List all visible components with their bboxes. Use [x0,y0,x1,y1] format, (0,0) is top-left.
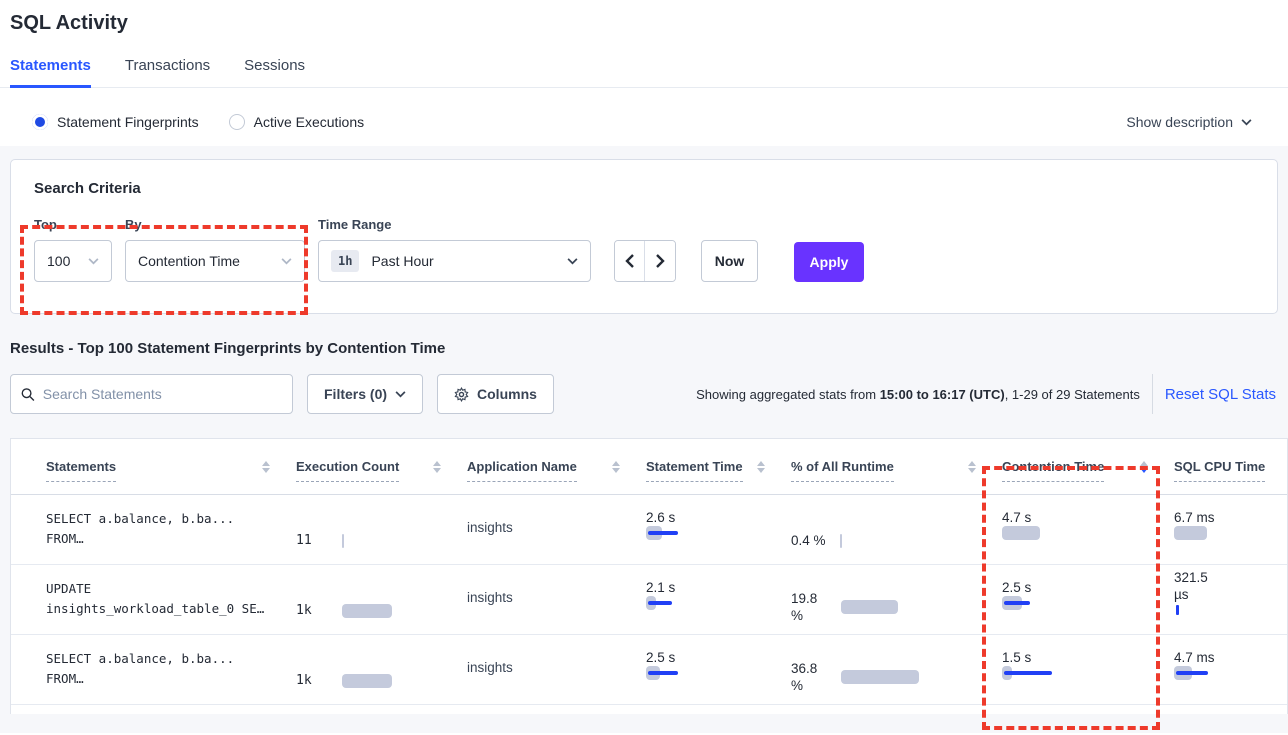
contention-time-cell: 4.7 s [1002,495,1174,564]
time-range-select[interactable]: 1h Past Hour [318,240,591,282]
tab-transactions[interactable]: Transactions [125,57,210,87]
tab-bar: Statements Transactions Sessions [0,57,1288,88]
columns-button[interactable]: Columns [437,374,554,414]
filters-button[interactable]: Filters (0) [307,374,423,414]
application-name-cell: insights [467,635,646,704]
runtime-pct-cell: 0.4 % [791,495,1002,564]
table-row[interactable]: UPDATE insights_workload_table_0 SE… 1k … [11,565,1287,635]
by-field: By Contention Time [125,217,305,282]
column-header-runtime-pct[interactable]: % of All Runtime [791,459,1002,475]
search-criteria-heading: Search Criteria [34,180,1254,197]
tab-sessions[interactable]: Sessions [244,57,305,87]
statement-cell[interactable]: SELECT a.balance, b.ba... FROM… [11,495,296,564]
search-icon [21,387,35,402]
radio-unselected-icon [229,114,245,130]
contention-time-cell: 1.5 s [1002,635,1174,704]
runtime-pct-cell: 19.8 % [791,565,1002,634]
search-statements-box [10,374,293,414]
tab-statements[interactable]: Statements [10,57,91,87]
stats-time-range: 15:00 to 16:17 (UTC) [880,387,1005,402]
column-header-statement-time[interactable]: Statement Time [646,459,791,475]
radio-label: Active Executions [254,114,365,130]
chevron-down-icon [395,391,406,398]
by-select-value: Contention Time [138,253,240,269]
page-content: Statement Fingerprints Active Executions… [0,98,1288,733]
time-range-field: Time Range 1h Past Hour [318,217,591,282]
statements-table: Statements Execution Count Application N… [10,438,1288,714]
top-select-value: 100 [47,253,70,269]
execution-count-cell: 1k [296,565,467,634]
results-heading: Results - Top 100 Statement Fingerprints… [10,340,1278,357]
radio-selected-icon [32,114,48,130]
now-button[interactable]: Now [701,240,758,282]
statement-time-cell: 2.6 s [646,495,791,564]
contention-time-cell: 2.5 s [1002,565,1174,634]
time-nav-group [614,240,676,282]
statement-cell[interactable]: UPDATE insights_workload_table_0 SE… [11,565,296,634]
radio-statement-fingerprints[interactable]: Statement Fingerprints [32,114,199,130]
runtime-pct-cell: 36.8 % [791,635,1002,704]
sort-icon[interactable] [757,461,765,473]
top-label: Top [34,217,112,232]
radio-active-executions[interactable]: Active Executions [229,114,365,130]
sort-icon[interactable] [262,461,270,473]
results-toolbar: Filters (0) Columns Showing aggregated s… [10,374,1278,414]
time-range-value: Past Hour [371,253,433,269]
chevron-down-icon [281,258,292,265]
column-header-statements[interactable]: Statements [11,459,296,475]
application-name-cell: insights [467,565,646,634]
reset-sql-stats-link[interactable]: Reset SQL Stats [1165,386,1276,403]
chevron-down-icon [1241,119,1252,126]
sort-icon-active-desc[interactable] [1140,461,1148,473]
show-description-toggle[interactable]: Show description [1126,114,1252,130]
chevron-down-icon [567,258,578,265]
sort-icon[interactable] [612,461,620,473]
table-row[interactable]: SELECT a.balance, b.ba... FROM… 1k insig… [11,635,1287,705]
apply-button[interactable]: Apply [794,242,864,282]
sql-cpu-time-cell: 321.5 µs [1174,565,1288,634]
statement-time-cell: 2.1 s [646,565,791,634]
page-header: SQL Activity [0,0,1288,35]
time-range-badge: 1h [331,250,359,272]
divider [1152,374,1153,414]
columns-label: Columns [477,386,537,402]
chevron-right-icon [655,254,665,268]
time-range-label: Time Range [318,217,591,232]
filters-label: Filters (0) [324,386,387,402]
application-name-cell: insights [467,495,646,564]
by-label: By [125,217,305,232]
column-header-application-name[interactable]: Application Name [467,459,646,475]
execution-count-cell: 11 [296,495,467,564]
search-statements-input[interactable] [43,386,282,402]
chevron-left-icon [625,254,635,268]
column-header-execution-count[interactable]: Execution Count [296,459,467,475]
stats-summary: Showing aggregated stats from 15:00 to 1… [696,387,1140,402]
sql-cpu-time-cell: 6.7 ms [1174,495,1288,564]
page-title: SQL Activity [10,12,1278,35]
column-header-sql-cpu-time[interactable]: SQL CPU Time [1174,459,1288,475]
sort-icon[interactable] [968,461,976,473]
sort-icon[interactable] [433,461,441,473]
statement-cell[interactable]: SELECT a.balance, b.ba... FROM… [11,635,296,704]
execution-count-cell: 1k [296,635,467,704]
by-select[interactable]: Contention Time [125,240,305,282]
statement-time-cell: 2.5 s [646,635,791,704]
radio-label: Statement Fingerprints [57,114,199,130]
top-field: Top 100 [34,217,112,282]
gear-icon [454,387,469,402]
top-select[interactable]: 100 [34,240,112,282]
chevron-down-icon [88,258,99,265]
show-description-label: Show description [1126,114,1233,130]
view-toggle-bar: Statement Fingerprints Active Executions… [0,98,1288,146]
table-row[interactable]: SELECT a.balance, b.ba... FROM… 11 insig… [11,495,1287,565]
time-prev-button[interactable] [615,241,645,281]
time-next-button[interactable] [645,241,675,281]
table-header-row: Statements Execution Count Application N… [11,439,1287,495]
search-criteria-card: Search Criteria Top 100 By Contention Ti… [10,159,1278,314]
sql-cpu-time-cell: 4.7 ms [1174,635,1288,704]
column-header-contention-time[interactable]: Contention Time [1002,459,1174,475]
